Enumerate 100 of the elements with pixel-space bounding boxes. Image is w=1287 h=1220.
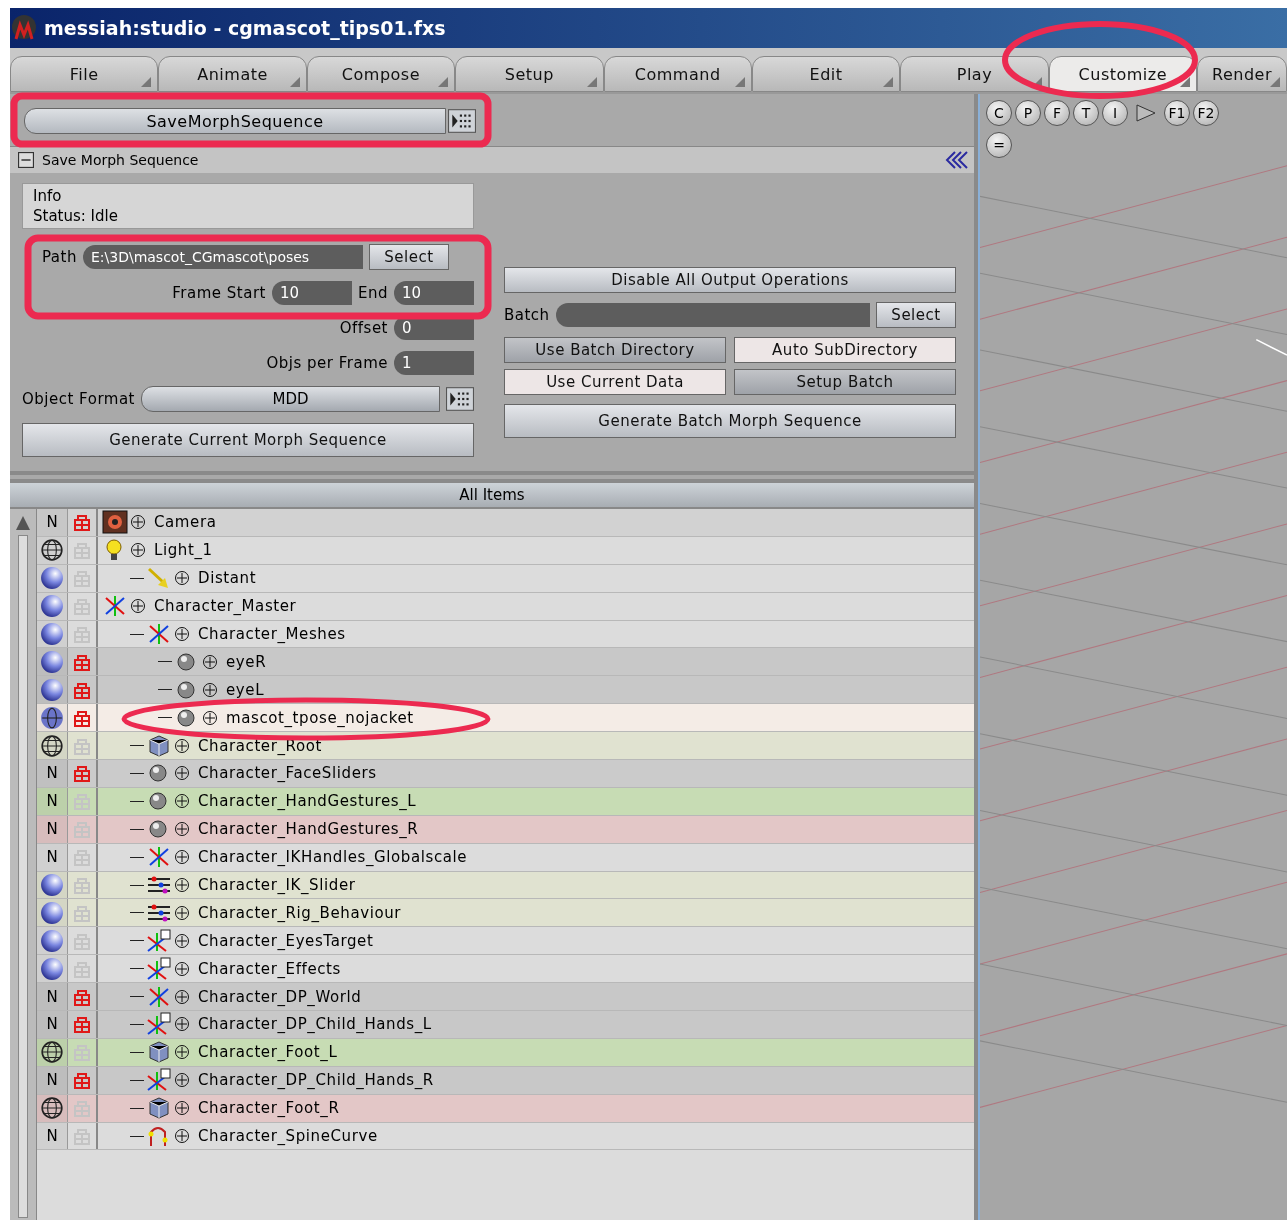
tree-row[interactable]: mascot_tpose_nojacket <box>37 704 974 733</box>
wireframe-sphere-icon[interactable] <box>40 1096 64 1121</box>
toggle-button[interactable]: Use Current Data <box>504 369 726 395</box>
view-button[interactable]: I <box>1102 100 1128 126</box>
tree-row[interactable]: N Character_DP_World <box>37 983 974 1012</box>
shaded-sphere-icon[interactable] <box>40 622 64 646</box>
view-button[interactable]: P <box>1015 100 1041 126</box>
tree-row[interactable]: Distant <box>37 564 974 593</box>
command-selector[interactable]: SaveMorphSequence <box>24 108 446 134</box>
expand-icon[interactable] <box>174 626 190 642</box>
shaded-sphere-icon[interactable] <box>40 566 64 591</box>
dropdown-menu-icon[interactable] <box>446 387 474 411</box>
expand-icon[interactable] <box>130 598 146 615</box>
wireframe-sphere-icon[interactable] <box>40 733 64 758</box>
path-field[interactable]: E:\3D\mascot_CGmascot\poses <box>82 245 363 269</box>
expand-icon[interactable] <box>174 1100 190 1117</box>
tree-row[interactable]: eyeL <box>37 676 974 705</box>
toggle-button[interactable]: Setup Batch <box>734 369 956 395</box>
select-button[interactable]: Select <box>876 302 956 328</box>
wireframe-sphere-icon[interactable] <box>40 538 64 563</box>
function-button[interactable]: F2 <box>1193 100 1219 126</box>
number-field[interactable]: 1 <box>394 351 474 375</box>
expand-icon[interactable] <box>174 737 190 754</box>
expand-icon[interactable] <box>174 960 190 977</box>
tree-row[interactable]: Character_Foot_L <box>37 1038 974 1067</box>
tree-row[interactable]: Character_IK_Slider <box>37 871 974 900</box>
generate-button[interactable]: Generate Current Morph Sequence <box>22 423 474 457</box>
tree-row[interactable]: N Character_SpineCurve <box>37 1122 974 1151</box>
menu-tab[interactable]: Setup <box>455 56 604 92</box>
expand-icon[interactable] <box>202 653 218 670</box>
tree-row[interactable]: eyeR <box>37 648 974 677</box>
tree-row[interactable]: Character_Effects <box>37 955 974 984</box>
menu-tab[interactable]: File <box>10 56 159 92</box>
select-button[interactable]: Select <box>368 244 449 270</box>
lock-icon[interactable] <box>72 512 92 533</box>
shaded-sphere-icon[interactable] <box>40 649 64 674</box>
tree-row[interactable]: N Character_HandGestures_R <box>37 815 974 844</box>
menu-tab[interactable]: Render <box>1197 56 1287 92</box>
shaded-sphere-icon[interactable] <box>40 900 64 925</box>
tree-row[interactable]: Character_Master <box>37 592 974 621</box>
expand-icon[interactable] <box>174 1072 190 1089</box>
menu-button[interactable]: = <box>986 132 1012 158</box>
tree-row[interactable]: N Character_HandGestures_L <box>37 787 974 816</box>
shaded-sphere-icon[interactable] <box>40 928 64 953</box>
collapse-icon[interactable] <box>18 152 34 168</box>
tree-row[interactable]: Character_Meshes <box>37 620 974 649</box>
expand-icon[interactable] <box>174 932 190 949</box>
tree-row[interactable]: Character_EyesTarget <box>37 927 974 956</box>
wireframe-sphere-icon[interactable] <box>40 1040 64 1065</box>
play-icon[interactable] <box>1135 103 1157 123</box>
expand-icon[interactable] <box>174 988 190 1005</box>
tree-row[interactable]: N Character_IKHandles_Globalscale <box>37 843 974 872</box>
expand-icon[interactable] <box>130 542 146 559</box>
menu-tab[interactable]: Customize <box>1048 56 1197 92</box>
expand-icon[interactable] <box>174 821 190 838</box>
view-button[interactable]: C <box>986 100 1012 126</box>
menu-tab[interactable]: Animate <box>158 56 307 92</box>
shaded-sphere-icon[interactable] <box>40 956 64 981</box>
view-button[interactable]: F <box>1044 100 1070 126</box>
tree-row[interactable]: N Character_DP_Child_Hands_R <box>37 1066 974 1095</box>
format-selector[interactable]: MDD <box>141 386 440 412</box>
function-button[interactable]: F1 <box>1164 100 1190 126</box>
expand-icon[interactable] <box>174 877 190 893</box>
menu-tab[interactable]: Play <box>900 56 1049 92</box>
tree-row[interactable]: N Camera <box>37 509 974 537</box>
expand-icon[interactable] <box>174 765 190 782</box>
generate-button[interactable]: Generate Batch Morph Sequence <box>504 404 956 438</box>
tree-row[interactable]: Light_1 <box>37 536 974 565</box>
shaded-sphere-icon[interactable] <box>40 594 64 619</box>
number-field[interactable]: 10 <box>272 281 352 305</box>
tree-row[interactable]: N Character_FaceSliders <box>37 760 974 788</box>
view-button[interactable]: T <box>1073 100 1099 126</box>
expand-icon[interactable] <box>174 904 190 921</box>
lock-icon[interactable] <box>72 1070 92 1091</box>
expand-icon[interactable] <box>174 1044 190 1061</box>
shaded-sphere-icon[interactable] <box>40 873 64 897</box>
tree-row[interactable]: Character_Root <box>37 732 974 760</box>
batch-field[interactable] <box>555 303 870 327</box>
expand-icon[interactable] <box>174 570 190 587</box>
menu-tab[interactable]: Compose <box>306 56 456 92</box>
number-field[interactable]: 10 <box>394 281 474 305</box>
expand-icon[interactable] <box>174 849 190 866</box>
disable-output-button[interactable]: Disable All Output Operations <box>504 267 956 293</box>
tree-row[interactable]: Character_Rig_Behaviour <box>37 899 974 928</box>
menu-tab[interactable]: Command <box>603 56 752 92</box>
tree-row[interactable]: Character_Foot_R <box>37 1094 974 1123</box>
expand-icon[interactable] <box>174 1016 190 1033</box>
toggle-button[interactable]: Use Batch Directory <box>504 337 726 363</box>
shaded-sphere-icon[interactable] <box>40 677 64 702</box>
dropdown-menu-icon[interactable] <box>448 109 476 133</box>
expand-icon[interactable] <box>174 1128 190 1145</box>
sphere-wire-icon[interactable] <box>40 705 64 730</box>
toggle-button[interactable]: Auto SubDirectory <box>734 337 956 363</box>
lock-icon[interactable] <box>72 763 92 784</box>
tree-row[interactable]: N Character_DP_Child_Hands_L <box>37 1011 974 1039</box>
expand-icon[interactable] <box>130 514 146 531</box>
menu-tab[interactable]: Edit <box>751 56 901 92</box>
expand-icon[interactable] <box>202 709 218 726</box>
expand-icon[interactable] <box>202 681 218 698</box>
expand-icon[interactable] <box>174 793 190 810</box>
